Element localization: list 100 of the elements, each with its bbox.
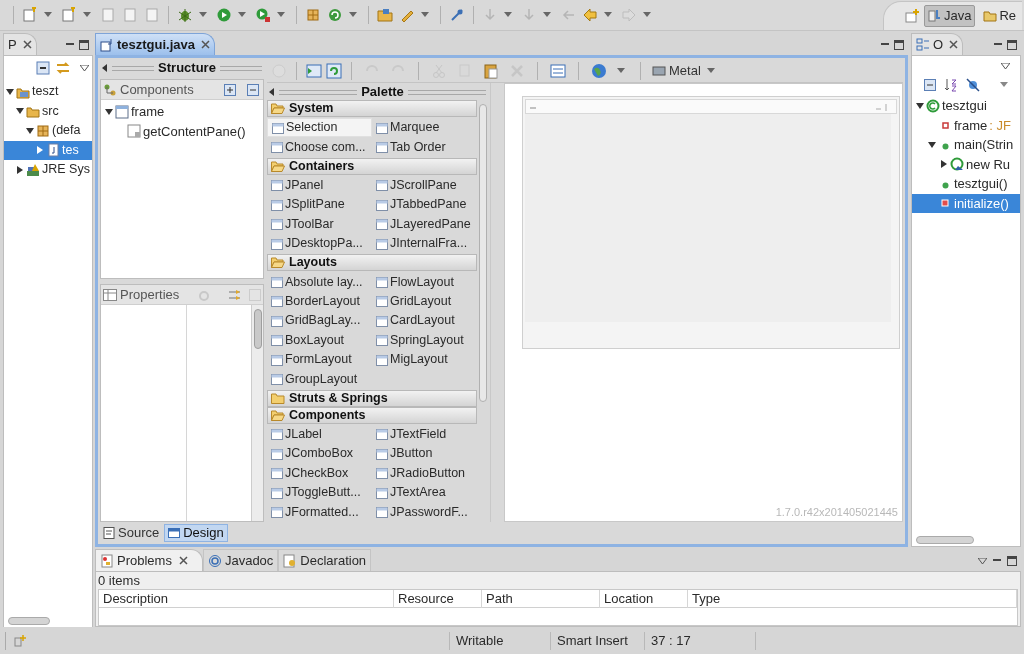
expanded-arrow-icon[interactable] bbox=[16, 107, 24, 116]
link-icon[interactable] bbox=[56, 61, 70, 75]
palette-item[interactable]: JSplitPane bbox=[267, 195, 372, 215]
palette-item[interactable]: JLayeredPane bbox=[372, 214, 477, 234]
palette-group-header[interactable]: Struts & Springs bbox=[267, 389, 477, 407]
open-perspective-icon[interactable] bbox=[903, 8, 920, 24]
hide-fields-icon[interactable] bbox=[966, 78, 980, 92]
view-menu-icon[interactable] bbox=[1001, 62, 1010, 70]
new-file-icon[interactable] bbox=[22, 7, 38, 23]
column-header[interactable]: Location bbox=[600, 590, 688, 608]
close-icon[interactable] bbox=[178, 556, 188, 565]
palette-item[interactable]: GroupLayout bbox=[267, 369, 372, 389]
view-tab[interactable]: Javadoc bbox=[202, 549, 279, 571]
palette-item[interactable]: JToolBar bbox=[267, 214, 372, 234]
tree-item[interactable]: frame: JF bbox=[912, 115, 1020, 135]
expand-all-icon[interactable] bbox=[224, 83, 236, 96]
globe-icon[interactable] bbox=[591, 63, 607, 79]
view-tab[interactable]: Declaration bbox=[278, 549, 372, 571]
tree-item[interactable]: tesztgui() bbox=[912, 174, 1020, 194]
collapse-all-icon[interactable] bbox=[36, 61, 50, 75]
tree-item[interactable]: teszt bbox=[4, 82, 92, 102]
dropdown-caret-icon[interactable] bbox=[238, 12, 246, 18]
editor-bottom-tab[interactable]: Design bbox=[164, 524, 228, 542]
view-menu-icon[interactable] bbox=[978, 557, 987, 565]
palette-group-header[interactable]: Layouts bbox=[267, 254, 477, 272]
paste-icon[interactable] bbox=[483, 63, 499, 79]
view-menu-icon[interactable] bbox=[1000, 82, 1008, 88]
palette-item[interactable]: JCheckBox bbox=[267, 463, 372, 483]
perspective-button[interactable]: Java bbox=[923, 5, 976, 27]
sort-icon[interactable] bbox=[944, 78, 958, 92]
palette-item[interactable]: JDesktopPa... bbox=[267, 233, 372, 254]
palette-item[interactable]: Absolute lay... bbox=[267, 272, 372, 292]
palette-item[interactable]: JTextField bbox=[372, 424, 477, 445]
new-file-icon[interactable] bbox=[61, 7, 77, 23]
dropdown-caret-icon[interactable] bbox=[44, 12, 52, 18]
palette-item[interactable]: Choose com... bbox=[267, 137, 372, 157]
palette-item[interactable]: BorderLayout bbox=[267, 291, 372, 312]
maximize-icon[interactable] bbox=[894, 40, 904, 50]
collapsed-arrow-icon[interactable] bbox=[16, 165, 24, 174]
collapse-left-icon[interactable] bbox=[269, 88, 275, 96]
dropdown-caret-icon[interactable] bbox=[421, 12, 429, 18]
column-header[interactable]: Path bbox=[482, 590, 600, 608]
expanded-arrow-icon[interactable] bbox=[916, 101, 924, 110]
perspective-button[interactable]: Re bbox=[979, 5, 1020, 27]
palette-item[interactable]: JScrollPane bbox=[372, 175, 477, 196]
close-icon[interactable] bbox=[949, 40, 959, 49]
run-tool-icon[interactable] bbox=[255, 7, 271, 23]
dropdown-caret-icon[interactable] bbox=[543, 12, 551, 18]
palette-item[interactable]: JInternalFra... bbox=[372, 233, 477, 254]
palette-item[interactable]: Marquee bbox=[372, 118, 477, 138]
maximize-icon[interactable] bbox=[1007, 556, 1017, 566]
palette-item[interactable]: JPanel bbox=[267, 175, 372, 196]
view-tab[interactable]: tesztgui.java bbox=[95, 33, 216, 55]
tree-item[interactable]: frame bbox=[101, 102, 263, 122]
view-menu-icon[interactable] bbox=[80, 64, 89, 72]
tree-item[interactable]: new Ru bbox=[912, 154, 1020, 174]
expanded-arrow-icon[interactable] bbox=[6, 87, 14, 96]
tree-item[interactable]: getContentPane() bbox=[101, 121, 263, 141]
refresh-icon[interactable] bbox=[327, 7, 343, 23]
palette-item[interactable]: JTabbedPane bbox=[372, 195, 477, 215]
palette-item[interactable]: JRadioButton bbox=[372, 463, 477, 483]
collapsed-arrow-icon[interactable] bbox=[940, 160, 948, 169]
maximize-icon[interactable] bbox=[79, 40, 89, 50]
dropdown-caret-icon[interactable] bbox=[504, 12, 512, 18]
dropdown-caret-icon[interactable] bbox=[83, 12, 91, 18]
dropdown-caret-icon[interactable] bbox=[277, 12, 285, 18]
palette-item[interactable]: SpringLayout bbox=[372, 330, 477, 350]
column-header[interactable]: Type bbox=[688, 590, 1017, 608]
palette-item[interactable]: GridBagLay... bbox=[267, 311, 372, 331]
palette-item[interactable]: Tab Order bbox=[372, 137, 477, 157]
palette-item[interactable]: JTextArea bbox=[372, 482, 477, 503]
form-icon[interactable] bbox=[550, 63, 566, 79]
tree-item[interactable]: src bbox=[4, 101, 92, 121]
palette-item[interactable]: JFormatted... bbox=[267, 502, 372, 522]
palette-item[interactable]: FlowLayout bbox=[372, 272, 477, 292]
package-icon[interactable] bbox=[305, 7, 321, 23]
palette-item[interactable]: GridLayout bbox=[372, 291, 477, 312]
scrollbar-thumb[interactable] bbox=[253, 309, 262, 349]
maximize-icon[interactable] bbox=[1007, 40, 1017, 50]
editor-bottom-tab[interactable]: Source bbox=[100, 524, 163, 542]
palette-group-header[interactable]: System bbox=[267, 100, 477, 117]
view-tab[interactable]: P bbox=[3, 33, 37, 55]
dropdown-caret-icon[interactable] bbox=[706, 68, 715, 74]
dropdown-caret-icon[interactable] bbox=[349, 12, 357, 18]
expanded-arrow-icon[interactable] bbox=[928, 140, 936, 149]
column-header[interactable]: Resource bbox=[394, 590, 482, 608]
tree-item[interactable]: (defa bbox=[4, 121, 92, 141]
palette-item[interactable]: MigLayout bbox=[372, 349, 477, 370]
scrollbar-thumb[interactable] bbox=[8, 617, 50, 625]
palette-item[interactable]: CardLayout bbox=[372, 311, 477, 331]
palette-item[interactable]: JComboBox bbox=[267, 444, 372, 464]
expanded-arrow-icon[interactable] bbox=[105, 107, 113, 116]
scrollbar-thumb[interactable] bbox=[478, 104, 487, 402]
palette-item[interactable]: Selection bbox=[267, 118, 372, 138]
refresh-icon[interactable] bbox=[326, 63, 342, 79]
collapse-left-icon[interactable] bbox=[102, 64, 108, 72]
close-icon[interactable] bbox=[201, 40, 211, 49]
palette-item[interactable]: FormLayout bbox=[267, 349, 372, 370]
scrollbar-thumb[interactable] bbox=[916, 536, 974, 544]
tree-item[interactable]: tes bbox=[4, 140, 92, 160]
